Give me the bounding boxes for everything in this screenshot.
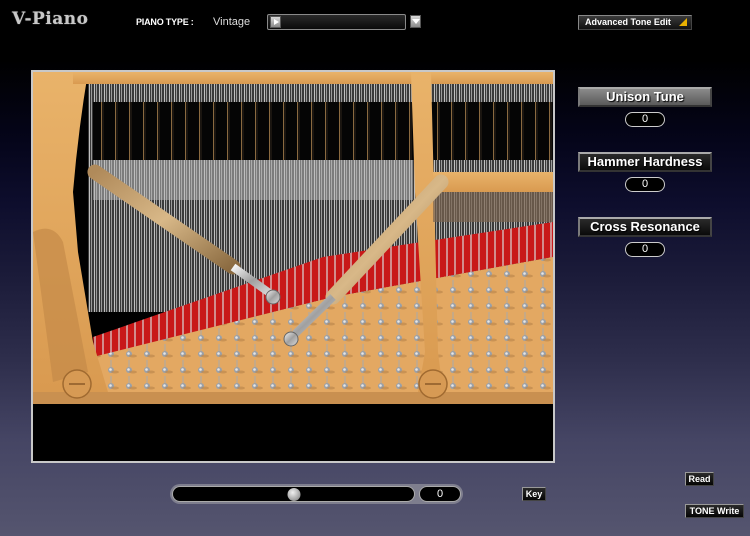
value-slider: 0 (170, 484, 463, 504)
piano-interior-view (31, 70, 555, 463)
hammer-hardness-value: 0 (625, 177, 665, 192)
advanced-tone-edit-label: Advanced Tone Edit (585, 17, 671, 27)
hammer-hardness-button[interactable]: Hammer Hardness (578, 152, 712, 172)
dropdown-arrow-icon[interactable] (410, 15, 421, 28)
piano-type-value: Vintage (213, 16, 251, 28)
v-piano-logo: V-Piano (12, 9, 89, 29)
play-icon[interactable] (270, 16, 281, 28)
unison-tune-value: 0 (625, 112, 665, 127)
piano-type-label: PIANO TYPE : (136, 17, 194, 27)
tone-write-button[interactable]: TONE Write (685, 504, 744, 518)
piano-type-select[interactable] (267, 14, 406, 30)
piano-interior-image (33, 72, 553, 461)
read-button[interactable]: Read (685, 472, 714, 486)
slider-value-display: 0 (419, 486, 461, 502)
corner-triangle-icon (679, 18, 687, 26)
cross-resonance-value: 0 (625, 242, 665, 257)
slider-knob[interactable] (287, 488, 300, 501)
unison-tune-button[interactable]: Unison Tune (578, 87, 712, 107)
slider-track[interactable] (172, 486, 415, 502)
cross-resonance-button[interactable]: Cross Resonance (578, 217, 712, 237)
key-button[interactable]: Key (522, 487, 546, 501)
advanced-tone-edit-button[interactable]: Advanced Tone Edit (578, 15, 692, 30)
